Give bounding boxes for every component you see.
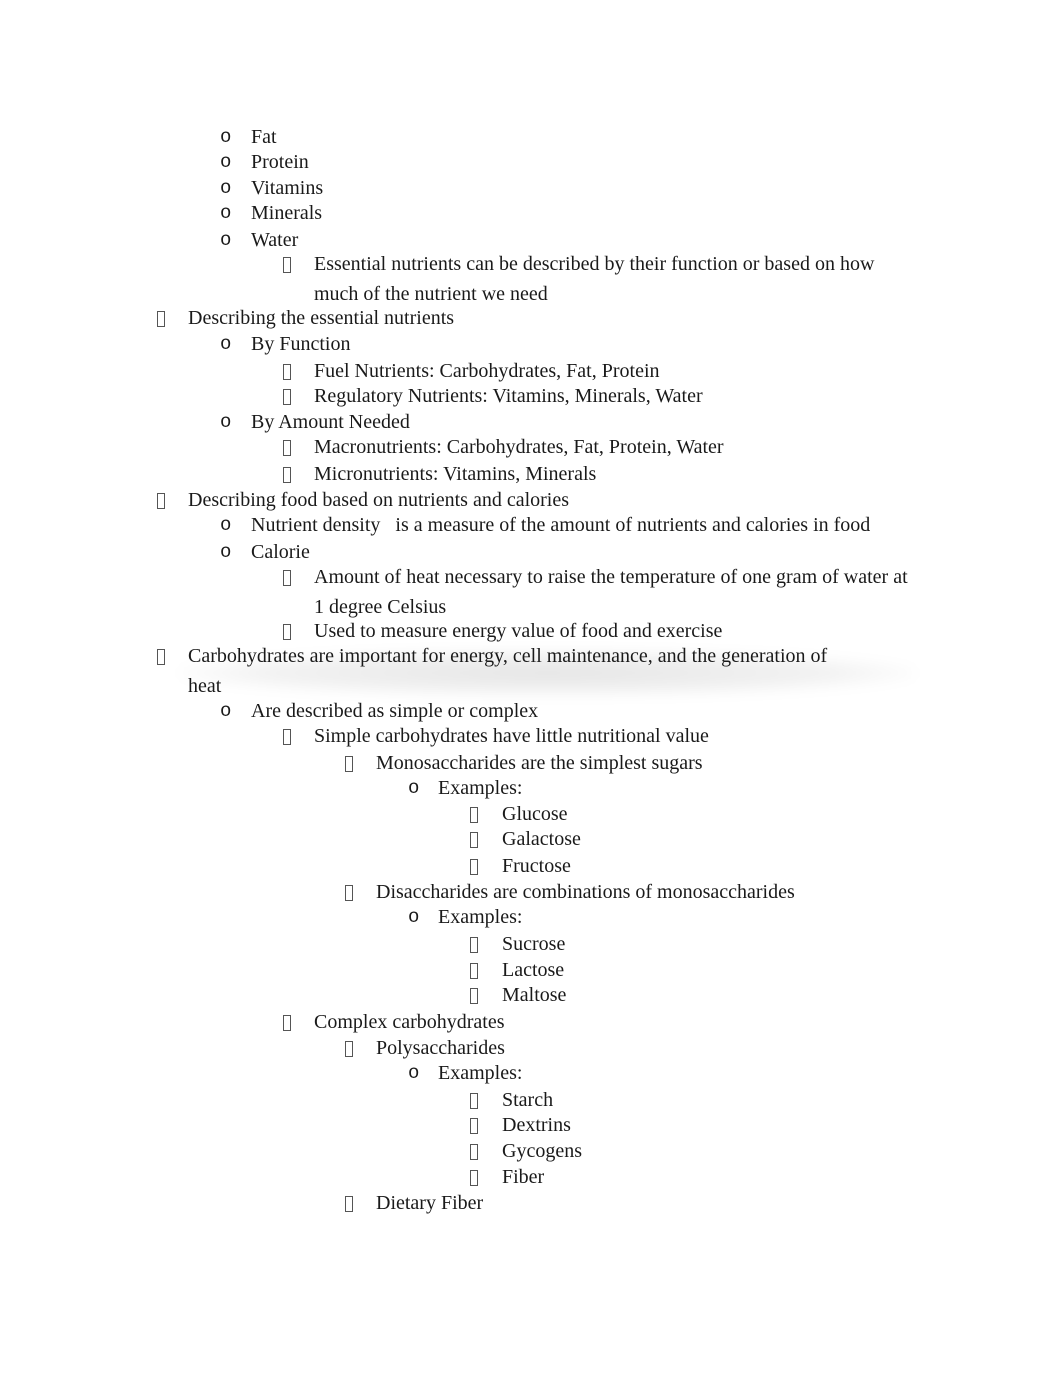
list-item-text: Micronutrients: Vitamins, Minerals bbox=[314, 463, 597, 485]
list-item-text: Examples: bbox=[438, 777, 523, 799]
list-item-text: Fuel Nutrients: Carbohydrates, Fat, Prot… bbox=[314, 360, 660, 382]
list-item-text: Examples: bbox=[438, 1062, 523, 1084]
list-item-text: Used to measure energy value of food and… bbox=[314, 620, 723, 642]
list-item-text: Minerals bbox=[251, 202, 323, 224]
list-item-text: Fiber bbox=[502, 1166, 545, 1188]
missing-glyph-bullet-icon bbox=[470, 803, 478, 829]
list-item-text: Disaccharides are combinations of monosa… bbox=[376, 881, 795, 903]
missing-glyph-bullet-icon bbox=[157, 645, 165, 671]
hollow-circle-bullet-icon: o bbox=[408, 1062, 420, 1084]
missing-glyph-bullet-icon bbox=[283, 436, 291, 462]
list-item-text: Describing the essential nutrients bbox=[188, 307, 455, 329]
list-item-text: Describing food based on nutrients and c… bbox=[188, 489, 570, 511]
list-item-text: Macronutrients: Carbohydrates, Fat, Prot… bbox=[314, 436, 724, 458]
list-item-text: Lactose bbox=[502, 959, 565, 981]
missing-glyph-bullet-icon bbox=[470, 1166, 478, 1192]
list-item-text: Protein bbox=[251, 151, 309, 173]
hollow-circle-bullet-icon: o bbox=[220, 151, 232, 173]
missing-glyph-bullet-icon bbox=[470, 855, 478, 881]
missing-glyph-bullet-icon bbox=[283, 620, 291, 646]
missing-glyph-bullet-icon bbox=[157, 489, 165, 515]
list-item-text: much of the nutrient we need bbox=[314, 283, 548, 305]
list-item-text: Nutrient density is a measure of the amo… bbox=[251, 514, 871, 536]
list-item-text: Complex carbohydrates bbox=[314, 1011, 505, 1033]
hollow-circle-bullet-icon: o bbox=[220, 126, 232, 148]
list-item-text: Are described as simple or complex bbox=[251, 700, 539, 722]
hollow-circle-bullet-icon: o bbox=[408, 777, 420, 799]
missing-glyph-bullet-icon bbox=[283, 385, 291, 411]
list-item-text: Water bbox=[251, 229, 299, 251]
hollow-circle-bullet-icon: o bbox=[220, 229, 232, 251]
hollow-circle-bullet-icon: o bbox=[220, 333, 232, 355]
list-item-text: Sucrose bbox=[502, 933, 566, 955]
missing-glyph-bullet-icon bbox=[283, 725, 291, 751]
missing-glyph-bullet-icon bbox=[345, 1192, 353, 1218]
missing-glyph-bullet-icon bbox=[283, 463, 291, 489]
missing-glyph-bullet-icon bbox=[470, 1114, 478, 1140]
missing-glyph-bullet-icon bbox=[283, 360, 291, 386]
missing-glyph-bullet-icon bbox=[470, 984, 478, 1010]
list-item-text: Dietary Fiber bbox=[376, 1192, 484, 1214]
list-item-text: Dextrins bbox=[502, 1114, 571, 1136]
hollow-circle-bullet-icon: o bbox=[220, 177, 232, 199]
hollow-circle-bullet-icon: o bbox=[408, 906, 420, 928]
list-item-text: Fructose bbox=[502, 855, 571, 877]
missing-glyph-bullet-icon bbox=[470, 959, 478, 985]
list-item-text: 1 degree Celsius bbox=[314, 596, 447, 618]
missing-glyph-bullet-icon bbox=[157, 307, 165, 333]
hollow-circle-bullet-icon: o bbox=[220, 700, 232, 722]
list-item-text: Fat bbox=[251, 126, 277, 148]
list-item-text: Calorie bbox=[251, 541, 310, 563]
hollow-circle-bullet-icon: o bbox=[220, 202, 232, 224]
hollow-circle-bullet-icon: o bbox=[220, 541, 232, 563]
list-item-text: Monosaccharides are the simplest sugars bbox=[376, 752, 703, 774]
missing-glyph-bullet-icon bbox=[470, 933, 478, 959]
list-item-text: By Function bbox=[251, 333, 351, 355]
missing-glyph-bullet-icon bbox=[283, 1011, 291, 1037]
list-item-text: Amount of heat necessary to raise the te… bbox=[314, 566, 908, 588]
list-item-text: Examples: bbox=[438, 906, 523, 928]
missing-glyph-bullet-icon bbox=[345, 881, 353, 907]
list-item-text: Polysaccharides bbox=[376, 1037, 505, 1059]
hollow-circle-bullet-icon: o bbox=[220, 411, 232, 433]
missing-glyph-bullet-icon bbox=[345, 1037, 353, 1063]
list-item-text: Maltose bbox=[502, 984, 567, 1006]
list-item-text: Glucose bbox=[502, 803, 568, 825]
missing-glyph-bullet-icon bbox=[283, 566, 291, 592]
list-item-text: Simple carbohydrates have little nutriti… bbox=[314, 725, 709, 747]
hollow-circle-bullet-icon: o bbox=[220, 514, 232, 536]
missing-glyph-bullet-icon bbox=[345, 752, 353, 778]
list-item-text: Carbohydrates are important for energy, … bbox=[188, 645, 828, 667]
missing-glyph-bullet-icon bbox=[283, 253, 291, 279]
list-item-text: Regulatory Nutrients: Vitamins, Minerals… bbox=[314, 385, 703, 407]
list-item-text: Gycogens bbox=[502, 1140, 582, 1162]
list-item-text: Essential nutrients can be described by … bbox=[314, 253, 875, 275]
list-item-text: Galactose bbox=[502, 828, 581, 850]
missing-glyph-bullet-icon bbox=[470, 1089, 478, 1115]
missing-glyph-bullet-icon bbox=[470, 1140, 478, 1166]
list-item-text: heat bbox=[188, 675, 222, 697]
list-item-text: By Amount Needed bbox=[251, 411, 410, 433]
missing-glyph-bullet-icon bbox=[470, 828, 478, 854]
list-item-text: Vitamins bbox=[251, 177, 324, 199]
list-item-text: Starch bbox=[502, 1089, 554, 1111]
